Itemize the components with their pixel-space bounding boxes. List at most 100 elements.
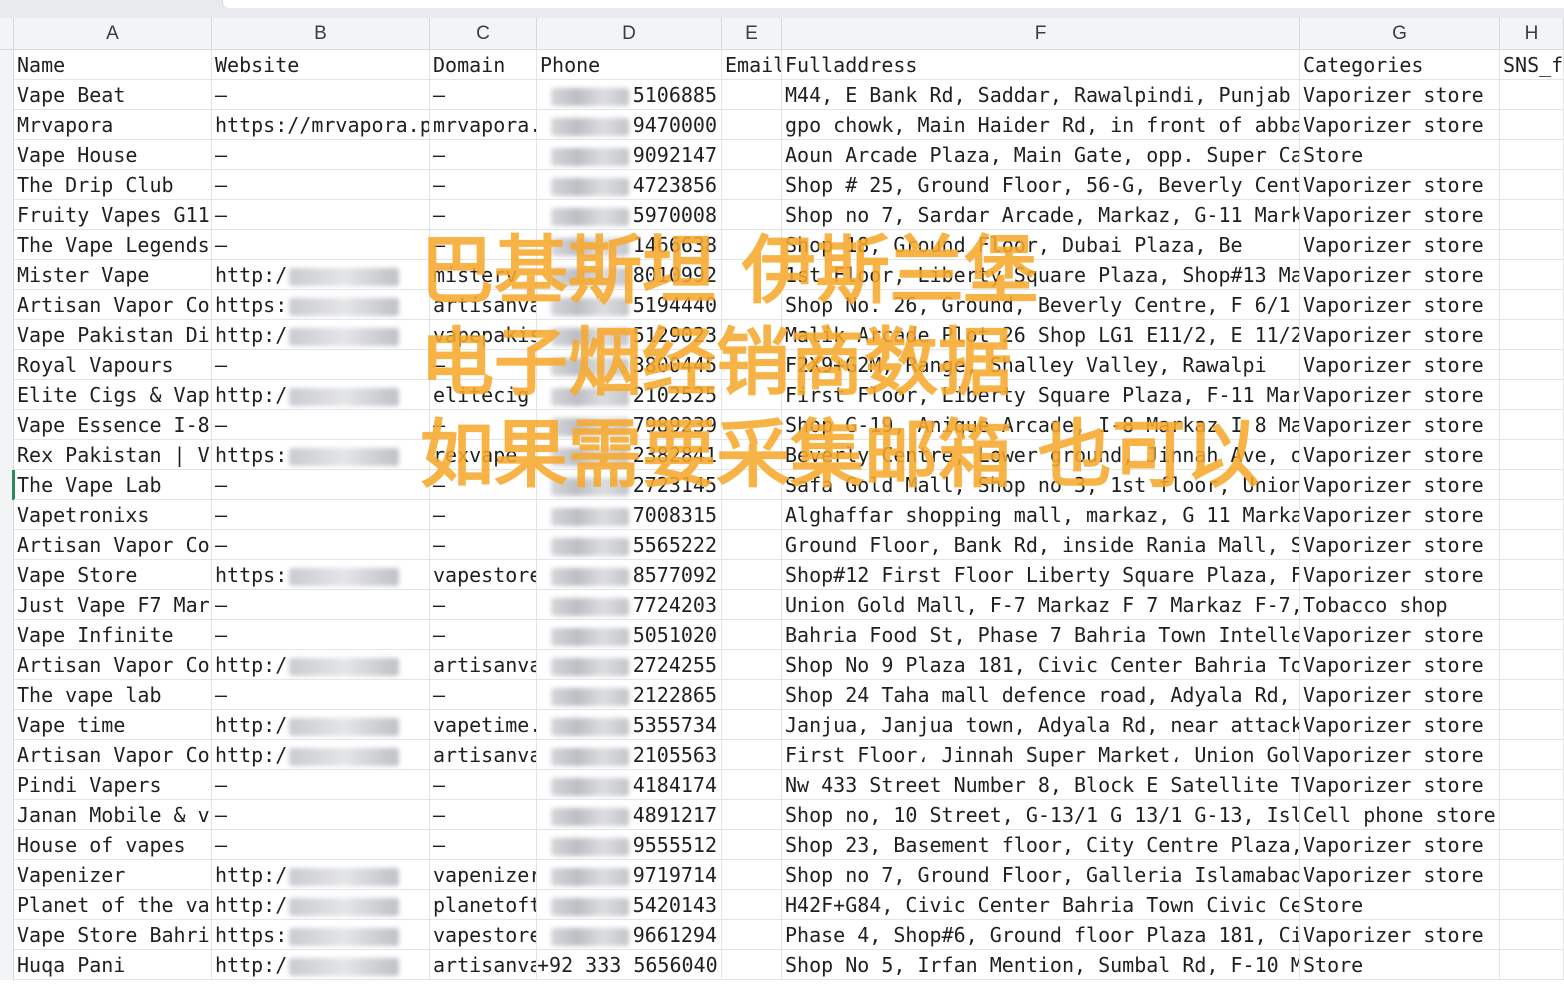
phone-cell[interactable]: 1466638 — [537, 230, 722, 260]
phone-cell[interactable]: 2105563 — [537, 740, 722, 770]
cat-cell[interactable]: Vaporizer store — [1300, 230, 1500, 260]
website-cell[interactable]: http:/ — [212, 740, 430, 770]
row-header[interactable] — [0, 770, 14, 800]
cat-cell[interactable]: Vaporizer store — [1300, 710, 1500, 740]
name-cell[interactable]: Vape time — [14, 710, 212, 740]
empty-cell[interactable] — [722, 500, 782, 530]
cat-cell[interactable]: Tobacco shop — [1300, 590, 1500, 620]
full-cell[interactable]: Shop G-19, Anique Arcade, I-8 Markaz I 8… — [782, 410, 1300, 440]
row-header[interactable] — [0, 560, 14, 590]
website-cell[interactable]: – — [212, 530, 430, 560]
full-cell[interactable]: First Floor، Jinnah Super Market، Union … — [782, 740, 1300, 770]
full-cell[interactable]: M44, E Bank Rd, Saddar, Rawalpindi, Punj… — [782, 80, 1300, 110]
column-header-c[interactable]: C — [430, 18, 537, 50]
website-cell[interactable]: https: — [212, 440, 430, 470]
row-header[interactable] — [0, 860, 14, 890]
domain-cell[interactable]: – — [430, 620, 537, 650]
phone-cell[interactable]: 9661294 — [537, 920, 722, 950]
domain-cell[interactable]: – — [430, 500, 537, 530]
empty-cell[interactable] — [1500, 650, 1564, 680]
name-cell[interactable]: Vape Infinite — [14, 620, 212, 650]
empty-cell[interactable] — [1500, 560, 1564, 590]
row-header[interactable] — [0, 80, 14, 110]
cat-cell[interactable]: Store — [1300, 950, 1500, 980]
empty-cell[interactable] — [1500, 590, 1564, 620]
full-cell[interactable]: Shop 18, Ground Floor, Dubai Plaza, Be — [782, 230, 1300, 260]
header-cell[interactable]: SNS_f — [1500, 50, 1564, 80]
row-header[interactable] — [0, 140, 14, 170]
website-cell[interactable]: – — [212, 410, 430, 440]
website-cell[interactable]: – — [212, 230, 430, 260]
empty-cell[interactable] — [722, 200, 782, 230]
row-header[interactable] — [0, 680, 14, 710]
empty-cell[interactable] — [1500, 200, 1564, 230]
full-cell[interactable]: F2X9+G2M, Range, Shalley Valley, Rawalpi — [782, 350, 1300, 380]
website-cell[interactable]: – — [212, 680, 430, 710]
domain-cell[interactable]: – — [430, 170, 537, 200]
row-header[interactable] — [0, 170, 14, 200]
cat-cell[interactable]: Vaporizer store — [1300, 830, 1500, 860]
website-cell[interactable]: – — [212, 140, 430, 170]
cat-cell[interactable]: Vaporizer store — [1300, 410, 1500, 440]
empty-cell[interactable] — [722, 740, 782, 770]
website-cell[interactable]: http:/ — [212, 320, 430, 350]
empty-cell[interactable] — [1500, 530, 1564, 560]
domain-cell[interactable]: – — [430, 800, 537, 830]
phone-cell[interactable]: +92 333 5656040 — [537, 950, 722, 980]
empty-cell[interactable] — [1500, 170, 1564, 200]
spreadsheet-grid[interactable]: A B C D E F G H Name Website Domain Phone Email Fulla… — [0, 18, 1564, 986]
domain-cell[interactable]: elitecig — [430, 380, 537, 410]
domain-cell[interactable]: – — [430, 680, 537, 710]
name-cell[interactable]: Artisan Vapor Co — [14, 650, 212, 680]
empty-cell[interactable] — [722, 470, 782, 500]
phone-cell[interactable]: 2382841 — [537, 440, 722, 470]
column-header-h[interactable]: H — [1500, 18, 1564, 50]
phone-cell[interactable]: 2723145 — [537, 470, 722, 500]
full-cell[interactable]: Shop No 9 Plaza 181, Civic Center Bahria… — [782, 650, 1300, 680]
full-cell[interactable]: Phase 4, Shop#6, Ground floor Plaza 181,… — [782, 920, 1300, 950]
name-cell[interactable]: Vape Pakistan Di — [14, 320, 212, 350]
full-cell[interactable]: Malik Arcade Plot 26 Shop LG1 E11/2, E 1… — [782, 320, 1300, 350]
phone-cell[interactable]: 9470000 — [537, 110, 722, 140]
row-header[interactable] — [0, 50, 14, 80]
website-cell[interactable]: – — [212, 590, 430, 620]
empty-cell[interactable] — [722, 440, 782, 470]
name-cell[interactable]: Vape Store — [14, 560, 212, 590]
website-cell[interactable]: https: — [212, 920, 430, 950]
name-cell[interactable]: Just Vape F7 Mar — [14, 590, 212, 620]
domain-cell[interactable]: artisanva — [430, 650, 537, 680]
empty-cell[interactable] — [722, 890, 782, 920]
name-cell[interactable]: Rex Pakistan | V — [14, 440, 212, 470]
domain-cell[interactable]: – — [430, 200, 537, 230]
full-cell[interactable]: gpo chowk, Main Haider Rd, in front of a… — [782, 110, 1300, 140]
phone-cell[interactable]: 8010992 — [537, 260, 722, 290]
row-header[interactable] — [0, 290, 14, 320]
empty-cell[interactable] — [1500, 500, 1564, 530]
name-cell[interactable]: Fruity Vapes G11 — [14, 200, 212, 230]
cat-cell[interactable]: Vaporizer store — [1300, 680, 1500, 710]
phone-cell[interactable]: 5420143 — [537, 890, 722, 920]
empty-cell[interactable] — [722, 800, 782, 830]
cat-cell[interactable]: Vaporizer store — [1300, 770, 1500, 800]
row-header[interactable] — [0, 500, 14, 530]
domain-cell[interactable]: planetoft — [430, 890, 537, 920]
row-header[interactable] — [0, 320, 14, 350]
column-header-d[interactable]: D — [537, 18, 722, 50]
full-cell[interactable]: Janjua, Janjua town, Adyala Rd, near att… — [782, 710, 1300, 740]
empty-cell[interactable] — [1500, 890, 1564, 920]
empty-cell[interactable] — [722, 230, 782, 260]
row-header[interactable] — [0, 740, 14, 770]
row-header[interactable] — [0, 260, 14, 290]
row-header[interactable] — [0, 920, 14, 950]
empty-cell[interactable] — [722, 830, 782, 860]
website-cell[interactable]: – — [212, 500, 430, 530]
select-all-corner[interactable] — [0, 18, 14, 50]
website-cell[interactable]: – — [212, 800, 430, 830]
name-cell[interactable]: Vape Store Bahri — [14, 920, 212, 950]
name-cell[interactable]: Artisan Vapor Co — [14, 290, 212, 320]
column-header-e[interactable]: E — [722, 18, 782, 50]
empty-cell[interactable] — [1500, 770, 1564, 800]
empty-cell[interactable] — [1500, 740, 1564, 770]
cat-cell[interactable]: Vaporizer store — [1300, 740, 1500, 770]
row-header[interactable] — [0, 800, 14, 830]
